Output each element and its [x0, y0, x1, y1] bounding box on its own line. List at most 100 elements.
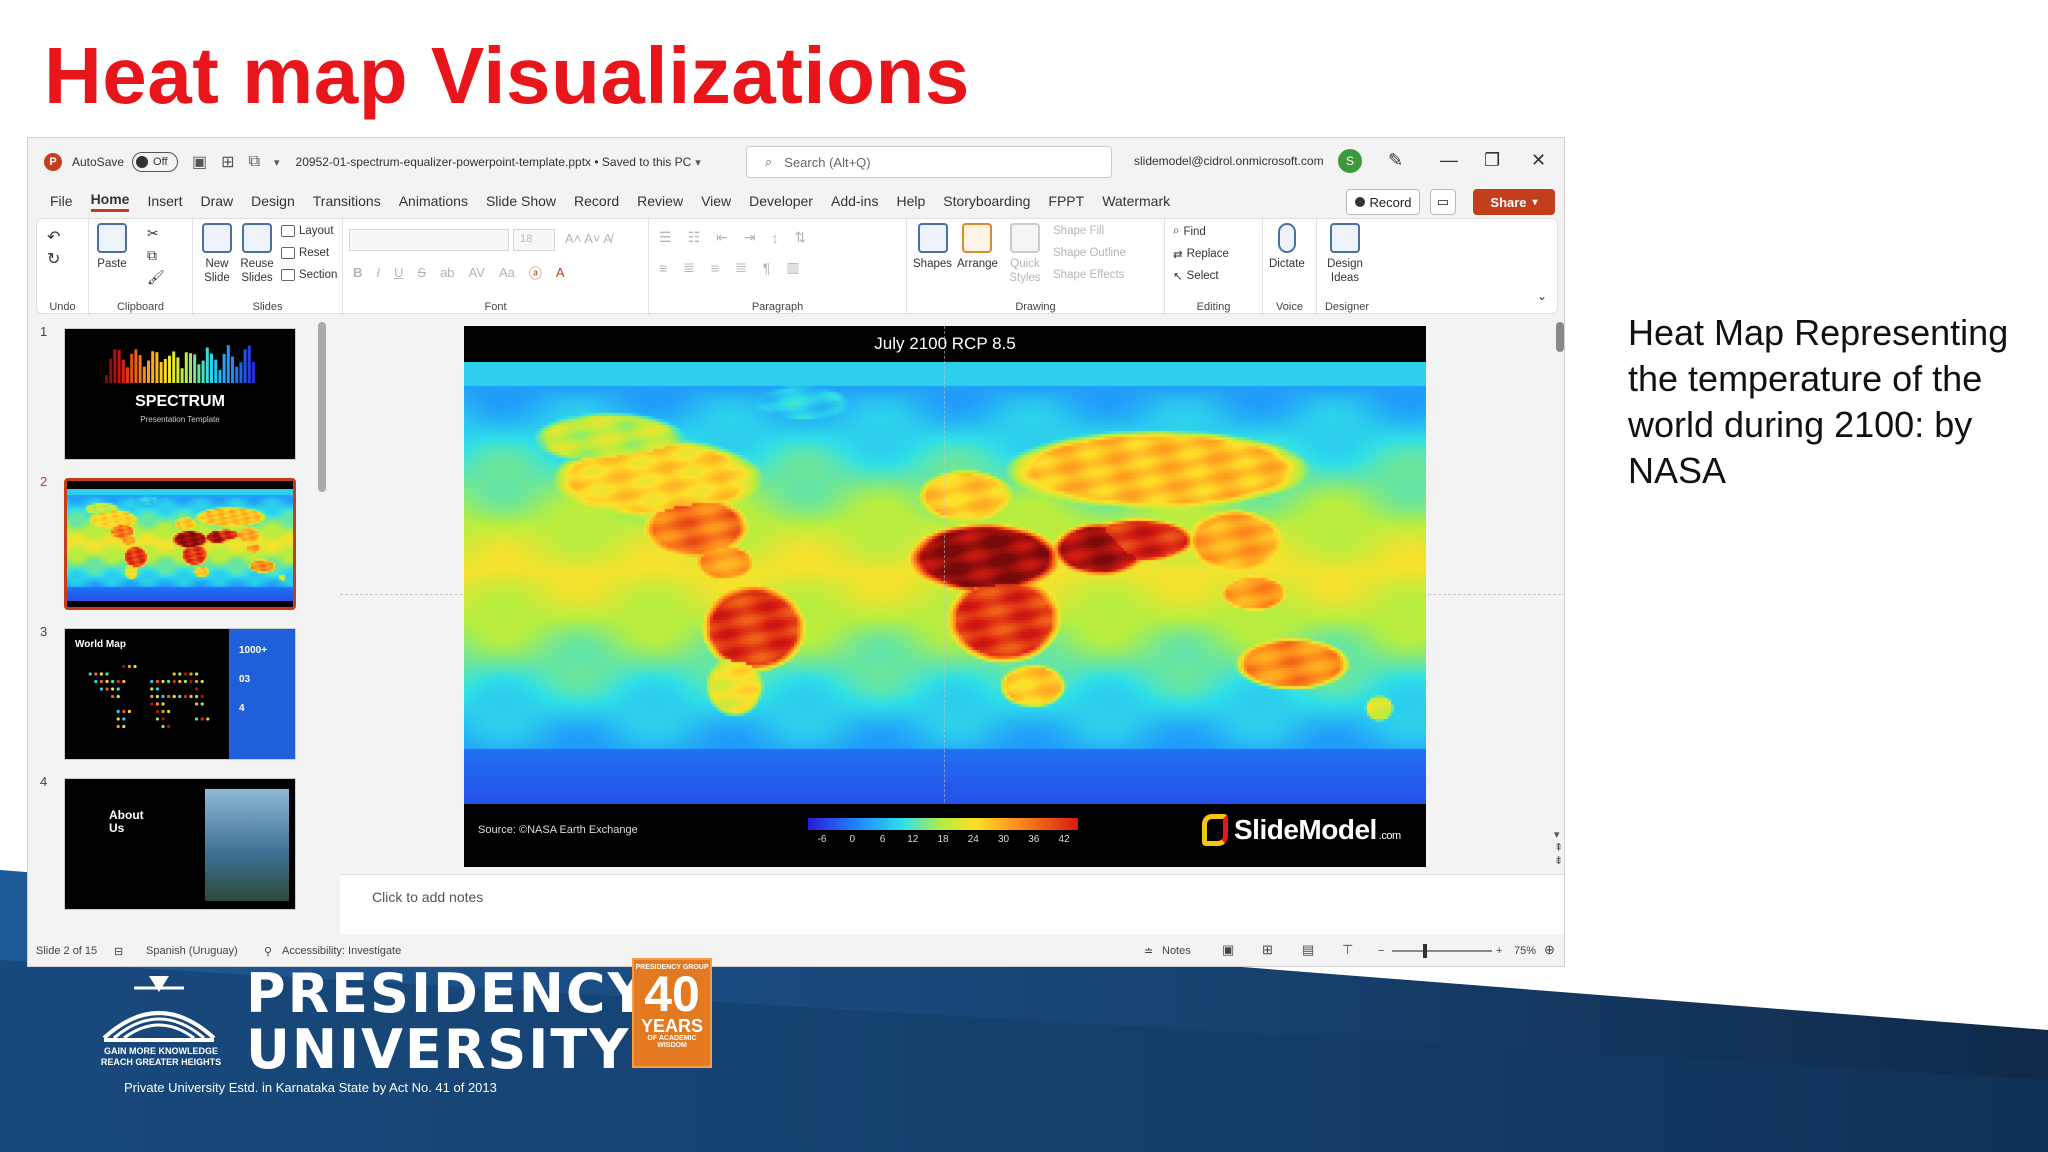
find-button[interactable]: ⌕ Find — [1173, 225, 1206, 238]
tab-slide-show[interactable]: Slide Show — [486, 193, 556, 209]
shape-outline-button[interactable]: Shape Outline — [1053, 247, 1126, 259]
document-filename[interactable]: 20952-01-spectrum-equalizer-powerpoint-t… — [296, 155, 692, 169]
chevron-down-icon[interactable]: ▾ — [695, 156, 701, 169]
tab-help[interactable]: Help — [896, 193, 925, 209]
tab-transitions[interactable]: Transitions — [313, 193, 381, 209]
shapes-icon — [917, 223, 948, 253]
pen-icon[interactable]: ✎ — [1388, 150, 1403, 171]
zoom-out-icon[interactable]: − — [1378, 945, 1384, 957]
accessibility-icon[interactable]: ⚲ — [264, 945, 272, 958]
copy-icon[interactable]: ⧉ — [249, 153, 260, 171]
account-email[interactable]: slidemodel@cidrol.onmicrosoft.com — [1134, 154, 1324, 168]
tab-view[interactable]: View — [701, 193, 731, 209]
layout-button[interactable]: Layout — [281, 225, 334, 237]
list-icons[interactable]: ☰ ☷ ⇤ ⇥ ↕ ⇅ — [659, 229, 806, 246]
font-name-box[interactable] — [349, 229, 509, 251]
tab-add-ins[interactable]: Add-ins — [831, 193, 878, 209]
tab-draw[interactable]: Draw — [200, 193, 233, 209]
select-button[interactable]: ↖ Select — [1173, 269, 1219, 283]
tab-storyboarding[interactable]: Storyboarding — [943, 193, 1030, 209]
map-dot — [150, 687, 154, 691]
paste-button[interactable]: Paste — [97, 223, 127, 271]
design-ideas-button[interactable]: Design Ideas — [1325, 223, 1365, 285]
arrange-button[interactable]: Arrange — [957, 223, 998, 271]
spelling-icon[interactable]: ⊟ — [114, 945, 123, 958]
tab-review[interactable]: Review — [637, 193, 683, 209]
dictate-button[interactable]: Dictate — [1269, 223, 1305, 271]
avatar[interactable]: S — [1338, 149, 1362, 173]
slide-sorter-icon[interactable]: ⊞ — [1262, 942, 1273, 958]
font-grow-icon[interactable]: A˄ A˅ A̸ — [565, 231, 612, 246]
search-box[interactable]: ⌕ Search (Alt+Q) — [746, 146, 1112, 178]
copy-icon[interactable]: ⧉ — [147, 247, 157, 264]
shape-fill-button[interactable]: Shape Fill — [1053, 225, 1104, 237]
quick-styles-button[interactable]: Quick Styles — [1007, 223, 1043, 285]
tab-home[interactable]: Home — [90, 191, 130, 212]
slide-stage: Heat map Visualizations Heat Map Represe… — [0, 0, 2048, 1152]
map-dot — [167, 694, 171, 699]
tab-record[interactable]: Record — [574, 193, 619, 209]
reset-button[interactable]: Reset — [281, 247, 329, 259]
restore-icon[interactable]: ❐ — [1484, 150, 1500, 171]
tab-animations[interactable]: Animations — [399, 193, 468, 209]
current-slide[interactable]: July 2100 RCP 8.5 Source: ©NASA Earth Ex… — [464, 326, 1426, 867]
reuse-slides-button[interactable]: Reuse Slides — [239, 223, 275, 285]
map-dot — [111, 694, 115, 699]
slide-scrollbar[interactable] — [1556, 322, 1564, 352]
notes-pane[interactable]: Click to add notes — [340, 874, 1564, 934]
tab-insert[interactable]: Insert — [147, 193, 182, 209]
tab-fppt[interactable]: FPPT — [1048, 193, 1084, 209]
record-button[interactable]: Record — [1346, 189, 1420, 215]
notes-button[interactable]: Notes — [1162, 945, 1191, 957]
format-painter-icon[interactable]: 🖌 — [147, 269, 165, 286]
zoom-level[interactable]: 75% — [1514, 945, 1536, 957]
shape-effects-button[interactable]: Shape Effects — [1053, 269, 1124, 281]
language-label[interactable]: Spanish (Uruguay) — [146, 945, 238, 957]
accessibility-label[interactable]: Accessibility: Investigate — [282, 945, 401, 957]
font-format-icons[interactable]: B I U Sab AV Aa ⓐ A — [353, 263, 565, 282]
cut-icon[interactable]: ✂ — [147, 225, 159, 242]
minimize-icon[interactable]: — — [1440, 150, 1458, 171]
fit-slide-icon[interactable]: ⊕ — [1544, 942, 1555, 958]
tab-design[interactable]: Design — [251, 193, 295, 209]
align-icons[interactable]: ≡ ≣ ≡ ≣ ¶ ▥ — [659, 259, 800, 276]
map-dot — [200, 717, 204, 721]
share-button[interactable]: Share ▾ — [1473, 189, 1555, 215]
shapes-button[interactable]: Shapes — [913, 223, 952, 271]
thumbnail-4[interactable]: About Us — [64, 778, 296, 910]
present-icon[interactable]: ⊞ — [221, 152, 234, 172]
scroll-arrows-icon[interactable]: ▾ ⇞ ⇟ — [1554, 828, 1563, 867]
collapse-ribbon-icon[interactable]: ⌄ — [1537, 289, 1547, 303]
thumbnail-2[interactable] — [64, 478, 296, 610]
toggle-knob-icon — [136, 156, 149, 168]
section-button[interactable]: Section — [281, 269, 337, 281]
normal-view-icon[interactable]: ▣ — [1222, 942, 1234, 958]
font-size-box[interactable]: 18 — [513, 229, 555, 251]
title-bar: P AutoSave Off ▣ ⊞ ⧉ ▾ 20952-01-spectrum… — [28, 138, 1564, 186]
replace-button[interactable]: ⇄ Replace — [1173, 247, 1229, 261]
close-icon[interactable]: ✕ — [1531, 150, 1546, 171]
slideshow-icon[interactable]: ⊤ — [1342, 942, 1353, 958]
zoom-in-icon[interactable]: + — [1496, 945, 1502, 957]
undo-icon[interactable]: ↶ — [47, 227, 60, 247]
tab-developer[interactable]: Developer — [749, 193, 813, 209]
comments-icon[interactable]: ▭ — [1430, 189, 1456, 215]
autosave-toggle[interactable]: Off — [132, 152, 179, 172]
new-slide-icon — [202, 223, 232, 253]
thumbnails-scrollbar[interactable] — [318, 322, 326, 492]
reading-view-icon[interactable]: ▤ — [1302, 942, 1314, 958]
zoom-slider-thumb[interactable] — [1423, 944, 1427, 958]
tab-file[interactable]: File — [50, 193, 73, 209]
tab-watermark[interactable]: Watermark — [1102, 193, 1170, 209]
zoom-slider[interactable] — [1392, 950, 1492, 952]
thumbnail-1[interactable]: SPECTRUM Presentation Template — [64, 328, 296, 460]
equalizer-bar — [109, 358, 113, 383]
save-icon[interactable]: ▣ — [192, 152, 207, 172]
color-scale-tick: 36 — [1028, 834, 1040, 845]
new-slide-button[interactable]: New Slide — [199, 223, 235, 285]
customize-qat-icon[interactable]: ▾ — [274, 156, 280, 169]
map-dot — [155, 679, 159, 684]
redo-icon[interactable]: ↻ — [47, 249, 60, 269]
notes-icon[interactable]: ≐ — [1144, 945, 1153, 958]
thumbnail-3[interactable]: World Map 1000+ 03 4 — [64, 628, 296, 760]
